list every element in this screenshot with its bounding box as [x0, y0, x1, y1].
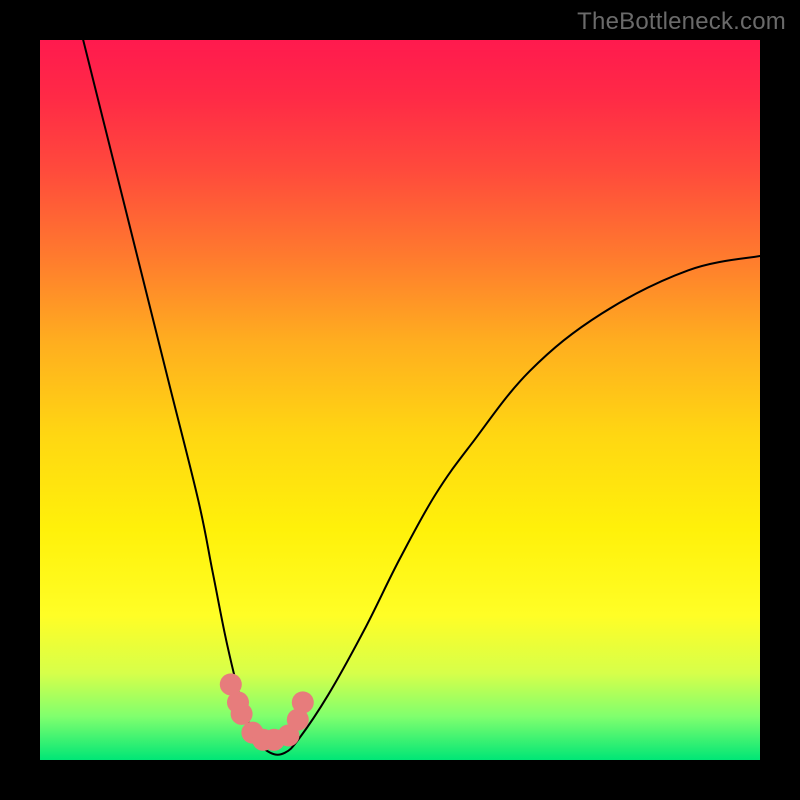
chart-stage: TheBottleneck.com — [0, 0, 800, 800]
bottleneck-curve-path — [83, 40, 760, 755]
attribution-text: TheBottleneck.com — [577, 8, 786, 36]
highlight-dot — [231, 703, 253, 725]
curve-svg — [40, 40, 760, 760]
highlight-dot — [292, 691, 314, 713]
plot-area — [40, 40, 760, 760]
